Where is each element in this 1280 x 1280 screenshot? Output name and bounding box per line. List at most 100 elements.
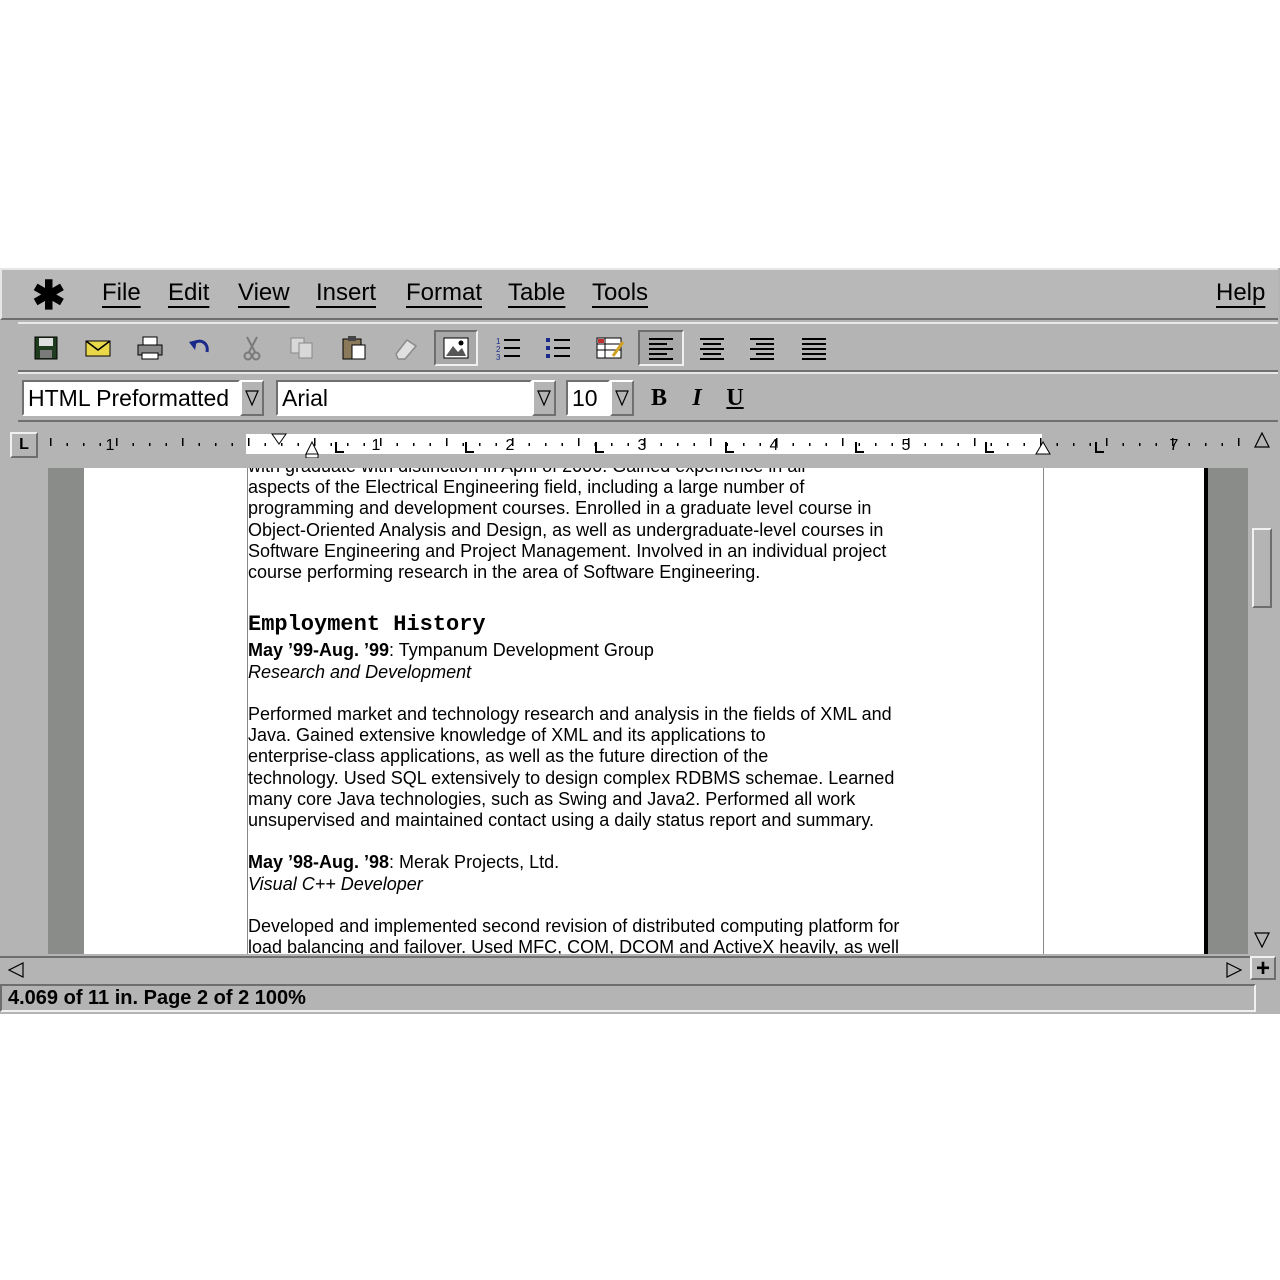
- justify-button[interactable]: [794, 330, 834, 366]
- menu-help[interactable]: Help: [1216, 278, 1265, 308]
- scroll-left-arrow-icon[interactable]: [4, 958, 28, 982]
- save-button[interactable]: [26, 330, 66, 366]
- bullet-list-button[interactable]: [538, 330, 578, 366]
- image-button[interactable]: [434, 330, 478, 366]
- ruler-label: 3: [638, 437, 647, 454]
- ruler-tick: [858, 443, 860, 446]
- italic-button[interactable]: I: [680, 382, 714, 414]
- eraser-button[interactable]: [386, 330, 426, 366]
- font-select[interactable]: Arial: [276, 380, 556, 416]
- font-size-value[interactable]: 10: [566, 380, 610, 416]
- add-icon[interactable]: +: [1250, 956, 1276, 981]
- ruler-tick: [462, 443, 464, 446]
- menu-bar: ✱ File Edit View Insert Format Table Too…: [0, 268, 1278, 320]
- bullet-list-icon: [546, 338, 570, 358]
- vertical-scroll-thumb[interactable]: [1252, 528, 1272, 608]
- ruler-tick: [495, 443, 497, 446]
- cut-button[interactable]: [232, 330, 272, 366]
- job-header: May ’99-Aug. ’99: Tympanum Development G…: [248, 640, 948, 661]
- ruler-tick: [924, 443, 926, 446]
- ruler-tick: [132, 443, 134, 446]
- eraser-icon: [395, 338, 418, 360]
- ruler-tick: [528, 443, 530, 446]
- scroll-up-arrow-icon[interactable]: [1250, 428, 1274, 452]
- text-line: course performing research in the area o…: [248, 562, 761, 583]
- ruler-tick: [1155, 443, 1157, 446]
- chevron-down-icon[interactable]: [240, 380, 264, 416]
- document-text[interactable]: with graduate with distinction in April …: [248, 468, 948, 954]
- scroll-down-arrow-icon[interactable]: [1250, 928, 1274, 952]
- paragraph-style-value[interactable]: HTML Preformatted: [22, 380, 240, 416]
- align-center-button[interactable]: [692, 330, 732, 366]
- text-line: many core Java technologies, such as Swi…: [248, 788, 856, 809]
- ruler-tick: [1221, 443, 1223, 446]
- copy-button[interactable]: [282, 330, 322, 366]
- menu-table[interactable]: Table: [508, 278, 565, 308]
- chevron-down-icon[interactable]: [532, 380, 556, 416]
- app-logo-icon[interactable]: ✱: [32, 276, 66, 316]
- tab-type-selector[interactable]: L: [10, 432, 38, 458]
- menu-insert[interactable]: Insert: [316, 278, 376, 308]
- ruler-label: 7: [1170, 437, 1179, 454]
- ruler[interactable]: 1 1 2 3 4 5 7: [46, 432, 1246, 458]
- ruler-tick: [1188, 443, 1190, 446]
- menu-view[interactable]: View: [238, 278, 290, 308]
- save-icon: [34, 336, 58, 360]
- align-right-button[interactable]: [742, 330, 782, 366]
- scroll-right-arrow-icon[interactable]: [1222, 958, 1246, 982]
- ruler-tick: [825, 443, 827, 446]
- ruler-tick: [627, 443, 629, 446]
- undo-icon: [189, 339, 209, 353]
- ruler-tick: [231, 443, 233, 446]
- ruler-tick: [561, 443, 563, 446]
- ruler-tick: [264, 443, 266, 446]
- print-button[interactable]: [130, 330, 170, 366]
- ruler-tick: [792, 443, 794, 446]
- ruler-tick: [1056, 443, 1058, 446]
- document-viewport[interactable]: with graduate with distinction in April …: [48, 468, 1248, 954]
- paste-button[interactable]: [334, 330, 374, 366]
- horizontal-scrollbar[interactable]: [0, 956, 1250, 980]
- font-size-select[interactable]: 10: [566, 380, 634, 416]
- ruler-tick: [660, 443, 662, 446]
- menu-edit[interactable]: Edit: [168, 278, 209, 308]
- ruler-tick: [66, 443, 68, 446]
- paragraph-style-select[interactable]: HTML Preformatted: [22, 380, 264, 416]
- numbered-list-icon: 123: [496, 337, 520, 362]
- menu-format[interactable]: Format: [406, 278, 482, 308]
- font-value[interactable]: Arial: [276, 380, 532, 416]
- numbered-list-button[interactable]: 123: [488, 330, 528, 366]
- chevron-down-icon[interactable]: [610, 380, 634, 416]
- ruler-tick: [1238, 438, 1240, 446]
- vertical-scrollbar[interactable]: [1250, 428, 1274, 954]
- copy-icon: [290, 337, 313, 359]
- undo-button[interactable]: [180, 330, 220, 366]
- ruler-tick: [1007, 443, 1009, 446]
- menu-file[interactable]: File: [102, 278, 141, 308]
- mail-button[interactable]: [78, 330, 118, 366]
- ruler-tick: [743, 443, 745, 446]
- job-role: Research and Development: [248, 661, 472, 682]
- table-edit-button[interactable]: [590, 330, 630, 366]
- section-heading: Employment History: [248, 612, 486, 638]
- ruler-tick: [1106, 438, 1108, 446]
- menu-tools[interactable]: Tools: [592, 278, 648, 308]
- ruler-tick: [891, 443, 893, 446]
- text-line: with graduate with distinction in April …: [248, 468, 948, 477]
- format-toolbar: HTML Preformatted Arial 10 B I U: [18, 372, 1278, 422]
- underline-button[interactable]: U: [718, 382, 752, 414]
- ruler-tick: [99, 443, 101, 446]
- left-indent-box[interactable]: [305, 453, 319, 458]
- job-dates: May ’98-Aug. ’98: [248, 852, 390, 873]
- ruler-tick: [50, 438, 52, 446]
- ruler-tick: [149, 443, 151, 446]
- bold-button[interactable]: B: [642, 382, 676, 414]
- ruler-tick: [248, 438, 250, 446]
- align-right-icon: [750, 338, 774, 360]
- document-page[interactable]: with graduate with distinction in April …: [84, 468, 1208, 954]
- ruler-tick: [710, 438, 712, 446]
- ruler-tick: [677, 443, 679, 446]
- align-left-button[interactable]: [638, 330, 684, 366]
- align-center-icon: [700, 338, 724, 360]
- ruler-label: 5: [902, 437, 911, 454]
